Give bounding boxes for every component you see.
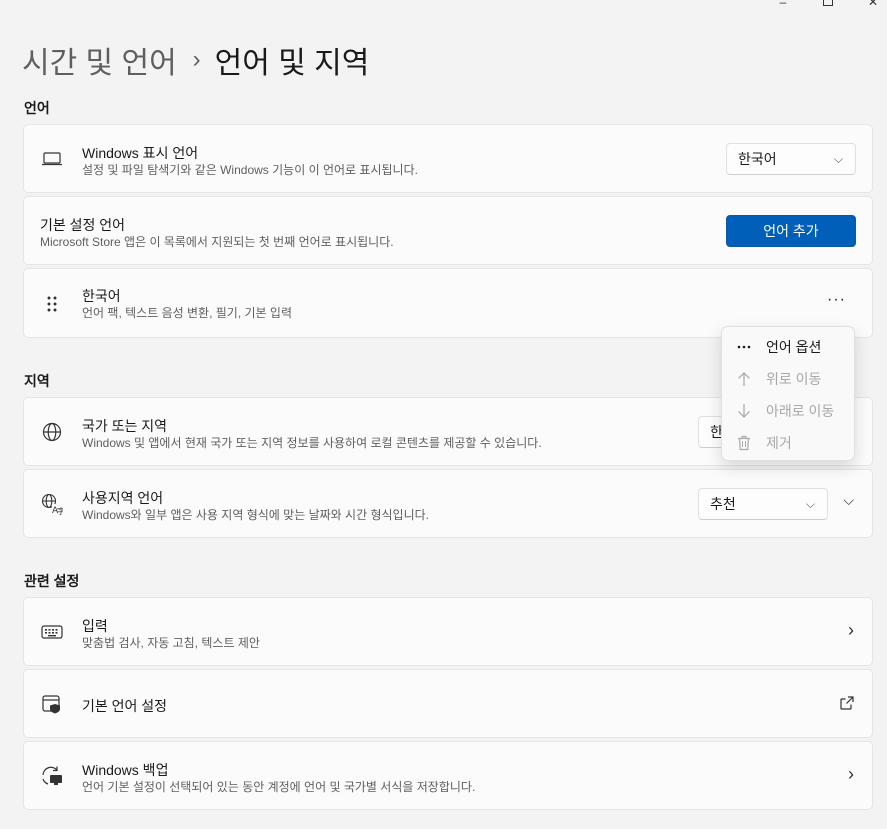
regional-format-select[interactable]: 추천 ⌵ xyxy=(698,488,828,520)
display-language-value: 한국어 xyxy=(738,151,777,167)
more-options-button[interactable]: ··· xyxy=(827,291,846,309)
keyboard-icon xyxy=(40,620,64,644)
expand-button[interactable]: ⌵ xyxy=(843,492,854,509)
regional-format-value: 추천 xyxy=(710,496,736,512)
section-title-related: 관련 설정 xyxy=(24,573,80,589)
arrow-up-icon xyxy=(734,363,754,395)
menu-item-move-down[interactable]: 아래로 이동 xyxy=(722,395,854,427)
page-title: 언어 및 지역 xyxy=(214,47,370,80)
expand-chevron-icon: ⌵ xyxy=(843,492,854,508)
typing-card[interactable]: 입력 맞춤법 검사, 자동 고침, 텍스트 제안 › xyxy=(23,597,873,666)
menu-item-language-options[interactable]: 언어 옵션 xyxy=(722,331,854,363)
admin-language-title: 기본 언어 설정 xyxy=(82,698,168,714)
chevron-down-icon: ⌵ xyxy=(833,152,843,166)
chevron-down-icon: ⌵ xyxy=(805,497,815,511)
menu-item-move-up[interactable]: 위로 이동 xyxy=(722,363,854,395)
regional-format-description: Windows와 일부 앱은 사용 지역 형식에 맞는 날짜와 시간 형식입니다… xyxy=(82,508,429,522)
backup-card[interactable]: Windows 백업 언어 기본 설정이 선택되어 있는 동안 계정에 언어 및… xyxy=(23,741,873,810)
more-icon xyxy=(734,331,754,363)
breadcrumb-parent[interactable]: 시간 및 언어 xyxy=(22,38,177,82)
country-title: 국가 또는 지역 xyxy=(82,418,168,434)
section-title-language: 언어 xyxy=(24,100,50,116)
display-language-select[interactable]: 한국어 ⌵ xyxy=(726,143,856,175)
globe-icon xyxy=(40,420,64,444)
admin-language-icon xyxy=(40,692,64,716)
preferred-language-card: 기본 설정 언어 Microsoft Store 앱은 이 목록에서 지원되는 … xyxy=(23,196,873,265)
trash-icon xyxy=(734,427,754,459)
breadcrumb-separator: › xyxy=(192,46,201,73)
maximize-button[interactable] xyxy=(818,0,838,10)
close-button[interactable]: ✕ xyxy=(863,0,883,10)
chevron-right-icon: › xyxy=(848,620,854,640)
backup-description: 언어 기본 설정이 선택되어 있는 동안 계정에 언어 및 국가별 서식을 저장… xyxy=(82,780,476,794)
menu-item-label: 제거 xyxy=(766,435,792,451)
display-language-title: Windows 표시 언어 xyxy=(82,145,199,161)
language-item-description: 언어 팩, 텍스트 음성 변환, 필기, 기본 입력 xyxy=(82,306,292,320)
language-item-title: 한국어 xyxy=(82,288,121,304)
language-context-menu: 언어 옵션 위로 이동 아래로 이동 제거 xyxy=(721,326,855,461)
typing-description: 맞춤법 검사, 자동 고침, 텍스트 제안 xyxy=(82,636,260,650)
preferred-language-description: Microsoft Store 앱은 이 목록에서 지원되는 첫 번째 언어로 … xyxy=(40,235,394,249)
language-format-icon: A字 xyxy=(40,492,64,516)
section-title-region: 지역 xyxy=(24,373,50,389)
breadcrumb: 시간 및 언어 › 언어 및 지역 xyxy=(22,40,369,80)
chevron-right-icon: › xyxy=(848,764,854,784)
add-language-button[interactable]: 언어 추가 xyxy=(726,215,856,247)
country-description: Windows 및 앱에서 현재 국가 또는 지역 정보를 사용하여 로컬 콘텐… xyxy=(82,436,542,450)
drag-handle-icon[interactable] xyxy=(40,292,64,316)
regional-format-title: 사용지역 언어 xyxy=(82,490,164,506)
preferred-language-title: 기본 설정 언어 xyxy=(40,217,126,233)
menu-item-label: 아래로 이동 xyxy=(766,403,835,419)
laptop-icon xyxy=(40,147,64,171)
menu-item-label: 위로 이동 xyxy=(766,371,822,387)
arrow-down-icon xyxy=(734,395,754,427)
menu-item-label: 언어 옵션 xyxy=(766,339,822,355)
admin-language-card[interactable]: 기본 언어 설정 xyxy=(23,669,873,738)
external-link-icon xyxy=(840,694,854,715)
minimize-button[interactable]: – xyxy=(773,0,793,10)
backup-icon xyxy=(40,764,64,788)
maximize-icon xyxy=(823,0,833,6)
backup-title: Windows 백업 xyxy=(82,762,169,778)
regional-format-card: A字 사용지역 언어 Windows와 일부 앱은 사용 지역 형식에 맞는 날… xyxy=(23,469,873,538)
svg-text:字: 字 xyxy=(57,506,63,515)
typing-title: 입력 xyxy=(82,618,108,634)
display-language-description: 설정 및 파일 탐색기와 같은 Windows 기능이 이 언어로 표시됩니다. xyxy=(82,163,418,177)
display-language-card: Windows 표시 언어 설정 및 파일 탐색기와 같은 Windows 기능… xyxy=(23,124,873,193)
menu-item-remove[interactable]: 제거 xyxy=(722,427,854,459)
